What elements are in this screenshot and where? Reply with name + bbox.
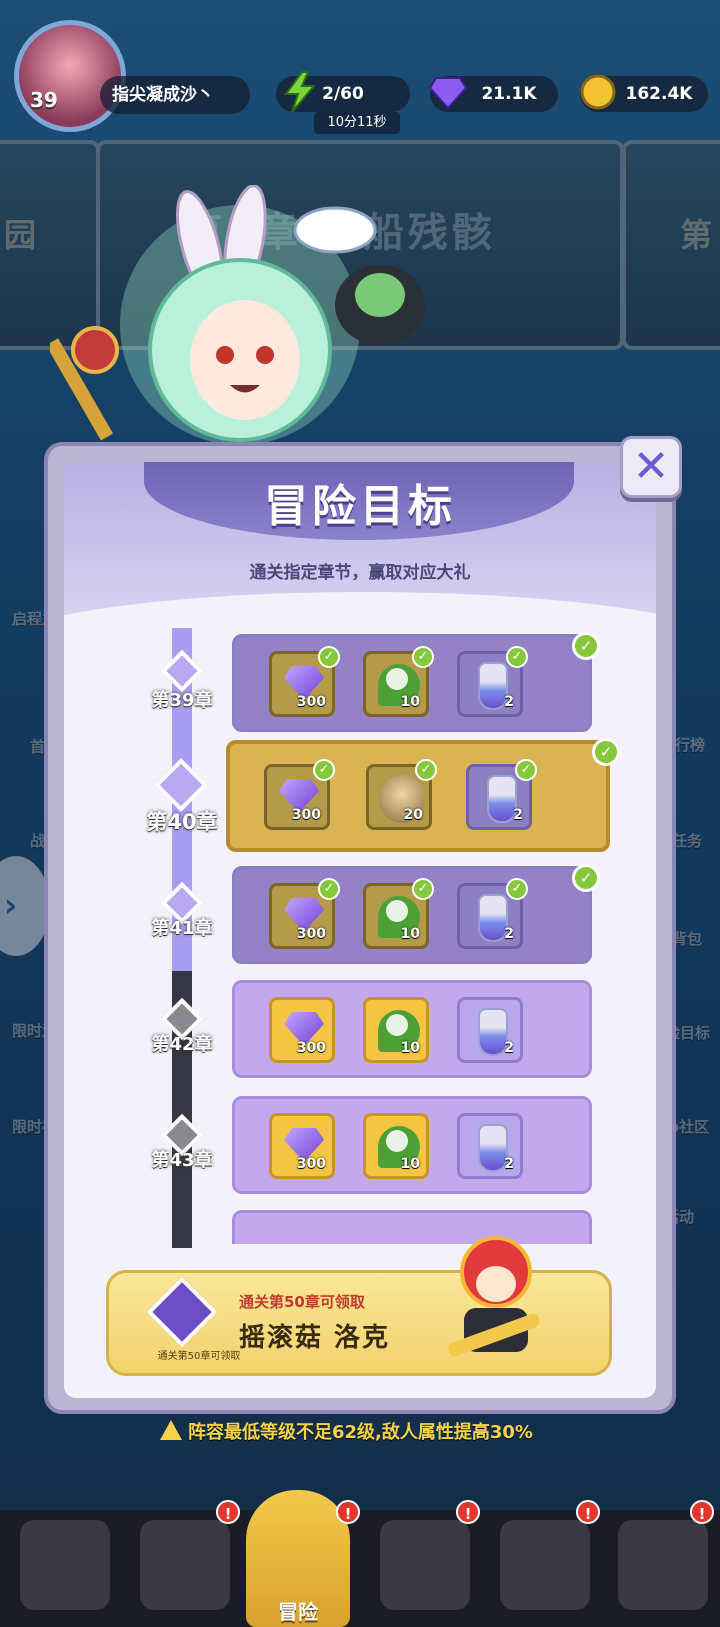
chapter-label-40: 第40章 (146, 810, 218, 834)
panel-subtitle: 通关指定章节，赢取对应大礼 (249, 563, 471, 583)
nav-alert-badge: ! (336, 1500, 360, 1524)
player-name: 指尖凝成沙丶 (100, 76, 250, 114)
reward-item[interactable]: 2 ✓ (457, 646, 528, 717)
gem-icon[interactable] (428, 70, 468, 114)
energy-timer: 10分11秒 (314, 112, 400, 134)
player-level: 39 (30, 88, 58, 112)
check-icon: ✓ (318, 878, 340, 900)
reward-item[interactable]: 10 (363, 1113, 429, 1179)
reward-qty: 2 (513, 807, 523, 823)
level-warning: 阵容最低等级不足62级,敌人属性提高30% (160, 1418, 533, 1444)
close-button[interactable]: ✕ (620, 436, 682, 498)
check-icon: ✓ (515, 759, 537, 781)
reward-item[interactable]: 300 (269, 997, 335, 1063)
reward-qty: 300 (296, 1040, 326, 1056)
reward-item[interactable]: 300 (269, 1113, 335, 1179)
check-icon: ✓ (506, 646, 528, 668)
chapter-row-42[interactable]: 300 10 2 (232, 980, 592, 1078)
final-reward-diamond-icon (146, 1276, 218, 1348)
rock-mushroom-hero-art (448, 1236, 540, 1357)
check-icon: ✓ (506, 878, 528, 900)
check-icon: ✓ (313, 759, 335, 781)
check-icon: ✓ (415, 759, 437, 781)
reward-item[interactable]: 10 ✓ (363, 878, 434, 949)
chapter-row-43[interactable]: 300 10 2 (232, 1096, 592, 1194)
close-icon: ✕ (632, 441, 670, 492)
chapter-claimed-check-icon: ✓ (572, 632, 600, 660)
chapter-label-39: 第39章 (151, 690, 213, 711)
top-bar: 39 指尖凝成沙丶 2/60 10分11秒 21.1K 162.4K (0, 0, 720, 140)
chapter-row-41[interactable]: 300 ✓ 10 ✓ 2 ✓ (232, 866, 592, 964)
reward-qty: 10 (400, 1156, 420, 1172)
energy-icon[interactable] (280, 70, 320, 114)
reward-qty: 2 (504, 926, 514, 942)
nav-alert-badge: ! (576, 1500, 600, 1524)
chapter-claimed-check-icon: ✓ (572, 864, 600, 892)
player-avatar[interactable] (14, 20, 126, 132)
reward-item[interactable]: 2 (457, 1113, 523, 1179)
reward-item[interactable]: 2 ✓ (457, 878, 528, 949)
nav-equipment-button[interactable] (618, 1520, 708, 1610)
reward-qty: 2 (504, 1040, 514, 1056)
reward-qty: 2 (504, 694, 514, 710)
warning-icon (160, 1420, 182, 1440)
reward-qty: 20 (403, 807, 423, 823)
check-icon: ✓ (412, 878, 434, 900)
check-icon: ✓ (412, 646, 434, 668)
final-reward-hero-name: 摇滚菇 洛克 (239, 1323, 391, 1353)
reward-item[interactable]: 300 ✓ (264, 759, 335, 830)
reward-qty: 2 (504, 1156, 514, 1172)
reward-qty: 300 (291, 807, 321, 823)
reward-item[interactable]: 2 (457, 997, 523, 1063)
level-warning-text: 阵容最低等级不足62级,敌人属性提高30% (188, 1422, 533, 1443)
reward-qty: 10 (400, 694, 420, 710)
reward-item[interactable]: 10 (363, 997, 429, 1063)
reward-item[interactable]: 2 ✓ (466, 759, 537, 830)
reward-qty: 10 (400, 1040, 420, 1056)
chapter-label-42: 第42章 (151, 1034, 213, 1055)
chapter-label-43: 第43章 (151, 1150, 213, 1171)
reward-qty: 300 (296, 1156, 326, 1172)
nav-alert-badge: ! (456, 1500, 480, 1524)
chapter-claimed-check-icon: ✓ (592, 738, 620, 766)
nav-adventure-label: 冒险 (278, 1600, 318, 1624)
reward-item[interactable]: 300 ✓ (269, 646, 340, 717)
panel-title: 冒险目标 (264, 481, 456, 532)
reward-qty: 10 (400, 926, 420, 942)
nav-heroes-button[interactable] (140, 1520, 230, 1610)
nav-shop-button[interactable] (380, 1520, 470, 1610)
nav-cards-button[interactable] (20, 1520, 110, 1610)
chapter-row-40[interactable]: 300 ✓ 20 ✓ 2 ✓ (226, 740, 610, 852)
chapter-label-41: 第41章 (151, 918, 213, 939)
reward-qty: 300 (296, 926, 326, 942)
check-icon: ✓ (318, 646, 340, 668)
bunny-girl-character-art (50, 185, 425, 445)
reward-item[interactable]: 20 ✓ (366, 759, 437, 830)
reward-item[interactable]: 300 ✓ (269, 878, 340, 949)
chapter-row-39[interactable]: 300 ✓ 10 ✓ 2 ✓ (232, 634, 592, 732)
reward-qty: 300 (296, 694, 326, 710)
reward-item[interactable]: 10 ✓ (363, 646, 434, 717)
nav-alert-badge: ! (690, 1500, 714, 1524)
nav-guild-button[interactable] (500, 1520, 590, 1610)
panel-header: 冒险目标 通关指定章节，赢取对应大礼 (64, 462, 656, 712)
coin-icon[interactable] (578, 70, 618, 114)
nav-alert-badge: ! (216, 1500, 240, 1524)
final-reward-subtitle: 通关第50章可领取 (239, 1293, 365, 1311)
